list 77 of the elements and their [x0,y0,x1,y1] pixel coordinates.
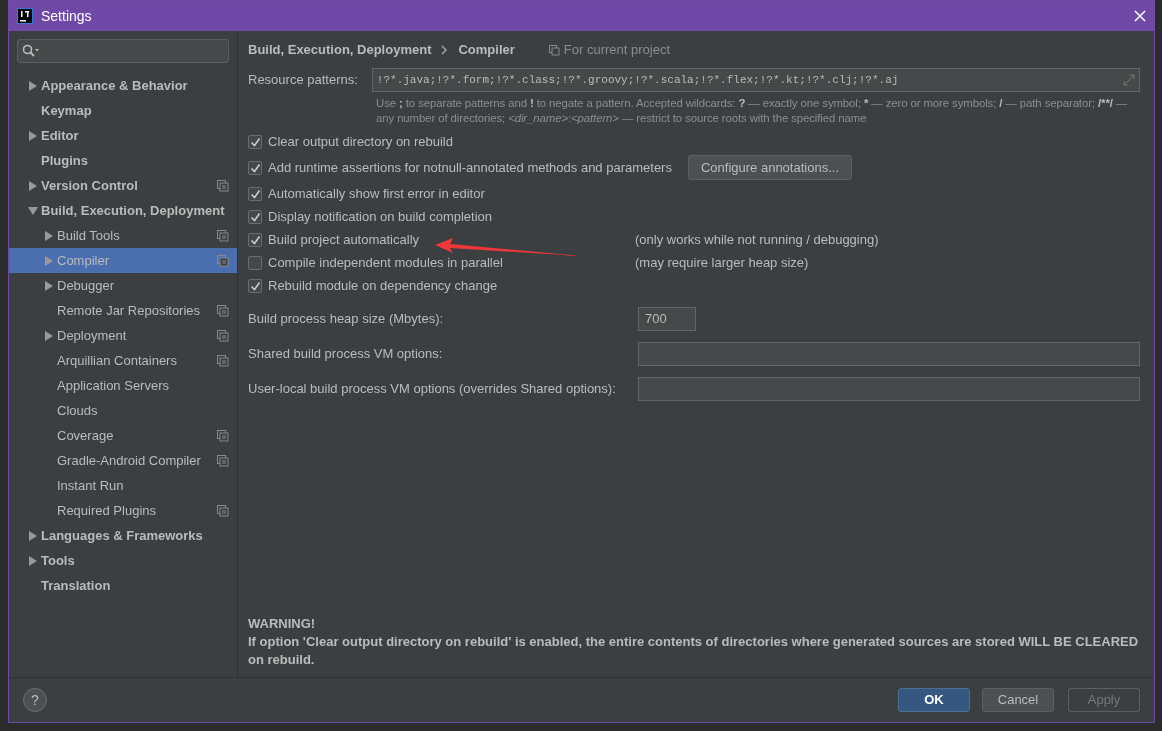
tree-item[interactable]: Gradle-Android Compiler [9,448,237,473]
field-label: User-local build process VM options (overrides Shared options): [248,379,617,398]
field-label: Shared build process VM options: [248,344,444,363]
check-icon [249,162,261,173]
chevron-icon [441,45,449,55]
close-icon[interactable] [1134,10,1146,22]
tree-item[interactable]: Keymap [9,98,237,123]
checkbox[interactable] [248,186,262,201]
app-logo-icon [17,8,33,24]
field-label: Resource patterns: [248,71,358,90]
expand-arrow-icon[interactable] [28,555,38,566]
tree-item[interactable]: Application Servers [9,373,237,398]
checkbox[interactable] [248,160,262,175]
expand-arrow-icon[interactable] [28,80,38,91]
checkbox-label[interactable]: Add runtime assertions for notnull-annotated methods and parameters [268,157,672,178]
input-field[interactable]: 700 [638,306,696,331]
tree-item[interactable]: Required Plugins [9,498,237,523]
checkbox-label[interactable]: Automatically show first error in editor [268,183,485,204]
checkbox[interactable] [248,209,262,224]
tree-item[interactable]: Debugger [9,273,237,298]
field-label: Build process heap size (Mbytes): [248,309,445,328]
tree-item[interactable]: Translation [9,573,237,598]
search-icon [22,44,40,58]
tree-item[interactable]: Clouds [9,398,237,423]
tree-item[interactable]: Deployment [9,323,237,348]
window-title: Settings [41,6,92,26]
checkbox-label[interactable]: Display notification on build completion [268,206,492,227]
expand-arrow-icon[interactable] [44,280,54,291]
warning-title: WARNING! [248,615,317,633]
tree-item[interactable]: Editor [9,123,237,148]
resource-patterns-field[interactable]: !?*.java;!?*.form;!?*.class;!?*.groovy;!?*.scala;!?*.flex;!?*.kt;!?*.clj;!?*.aj [371,68,1140,92]
expand-arrow-icon[interactable] [28,530,38,541]
input-field[interactable] [638,376,1140,401]
checkbox[interactable] [248,232,262,247]
check-icon [249,280,261,291]
check-icon [249,234,261,245]
checkbox[interactable] [248,134,262,149]
tree-item[interactable]: Plugins [9,148,237,173]
project-level-icon [548,44,560,56]
breadcrumb-item[interactable]: Compiler [458,40,515,60]
checkbox[interactable] [248,278,262,293]
expand-arrow-icon[interactable] [28,130,38,141]
tree-item[interactable]: Build, Execution, Deployment [9,198,237,223]
checkbox-label[interactable]: Build project automatically [268,229,420,250]
search-field[interactable] [17,39,229,63]
warning-text: If option 'Clear output directory on rebuild' is enabled, the entire contents of directories where generated sources are stored WILL BE CLEARED on rebuild. [248,633,1140,669]
configure-button[interactable]: Configure annotations... [687,154,852,181]
tree-item[interactable]: Build Tools [9,223,237,248]
tree-item[interactable]: Coverage [9,423,237,448]
note-text: (only works while not running / debugging) [635,230,879,249]
checkbox[interactable] [248,255,262,270]
help-button[interactable]: ? [23,688,47,712]
dialog-button[interactable]: Cancel [982,688,1054,712]
expand-arrow-icon[interactable] [44,230,54,241]
note-text: (may require larger heap size) [635,253,809,272]
tree-item[interactable]: Languages & Frameworks [9,523,237,548]
tree-item[interactable]: Appearance & Behavior [9,73,237,98]
scope-label: For current project [563,41,670,60]
check-icon [249,136,261,147]
breadcrumb-item[interactable]: Build, Execution, Deployment [248,40,432,60]
expand-icon[interactable] [1123,74,1135,86]
expand-arrow-icon[interactable] [44,330,54,341]
tree-item[interactable]: Arquillian Containers [9,348,237,373]
input-field[interactable] [638,341,1140,366]
tree-item[interactable]: Instant Run [9,473,237,498]
expand-arrow-icon[interactable] [28,180,38,191]
hint-text: Use ; to separate patterns and ! to negate a pattern. Accepted wildcards: ? — exactly one symbol; * — zero or more symbols; / — path separator; /**/ — any number of directories; <dir_name>:<pattern> — restrict to source roots with the specified name [375,96,1129,126]
tree-item[interactable]: Remote Jar Repositories [9,298,237,323]
checkbox-label[interactable]: Rebuild module on dependency change [268,275,498,296]
checkbox-label[interactable]: Clear output directory on rebuild [268,131,453,152]
checkbox-label[interactable]: Compile independent modules in parallel [268,252,503,273]
check-icon [249,211,261,222]
dialog-button[interactable]: OK [898,688,970,712]
tree-item[interactable]: Tools [9,548,237,573]
check-icon [249,188,261,199]
collapse-arrow-icon[interactable] [28,205,38,216]
tree-item[interactable]: Version Control [9,173,237,198]
